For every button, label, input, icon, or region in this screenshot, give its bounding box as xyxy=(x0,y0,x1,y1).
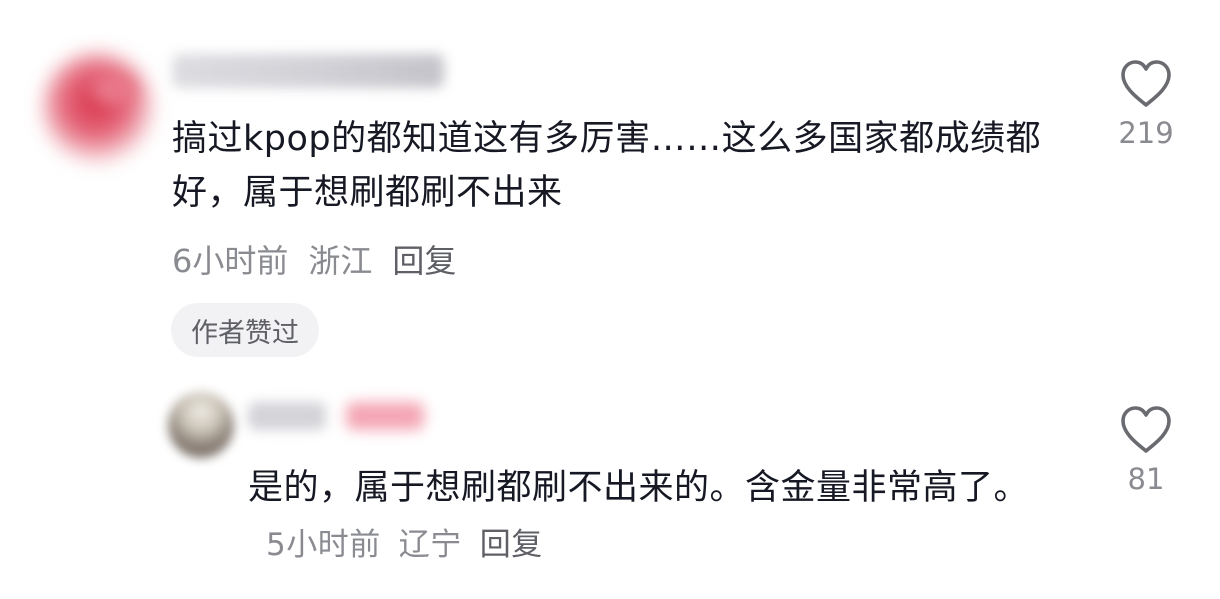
reply-location: 辽宁 xyxy=(398,527,462,563)
reply-like-button[interactable]: 81 xyxy=(1096,404,1196,496)
author-liked-badge: 作者赞过 xyxy=(171,303,319,357)
reply-timestamp: 5小时前 xyxy=(266,527,381,563)
comment-timestamp: 6小时前 xyxy=(172,242,289,280)
comment-like-count: 219 xyxy=(1118,116,1174,150)
comment-text: 搞过kpop的都知道这有多厉害……这么多国家都成绩都好，属于想刷都刷不出来 xyxy=(172,119,1042,213)
comment-meta: 6小时前 浙江 回复 xyxy=(172,236,456,282)
comment-location: 浙江 xyxy=(308,242,373,280)
reply-text: 是的，属于想刷都刷不出来的。含金量非常高了。 xyxy=(248,468,1030,508)
heart-outline-icon[interactable] xyxy=(1118,404,1174,456)
commenter-avatar-detail xyxy=(92,74,136,104)
replier-tag-blurred xyxy=(346,402,424,430)
replier-username-blurred[interactable] xyxy=(248,402,326,430)
reply-like-count: 81 xyxy=(1127,462,1165,496)
replier-avatar[interactable] xyxy=(168,392,234,458)
reply-body: 是的，属于想刷都刷不出来的。含金量非常高了。 5小时前 辽宁 回复 xyxy=(248,460,1078,573)
commenter-username-blurred[interactable] xyxy=(172,54,444,88)
comment-like-button[interactable]: 219 xyxy=(1096,58,1196,150)
commenter-avatar[interactable] xyxy=(42,52,154,164)
reply-reply-button[interactable]: 回复 xyxy=(480,527,543,563)
comment-reply-button[interactable]: 回复 xyxy=(392,236,456,282)
reply-meta: 5小时前 辽宁 回复 xyxy=(248,527,543,563)
heart-outline-icon[interactable] xyxy=(1118,58,1174,110)
